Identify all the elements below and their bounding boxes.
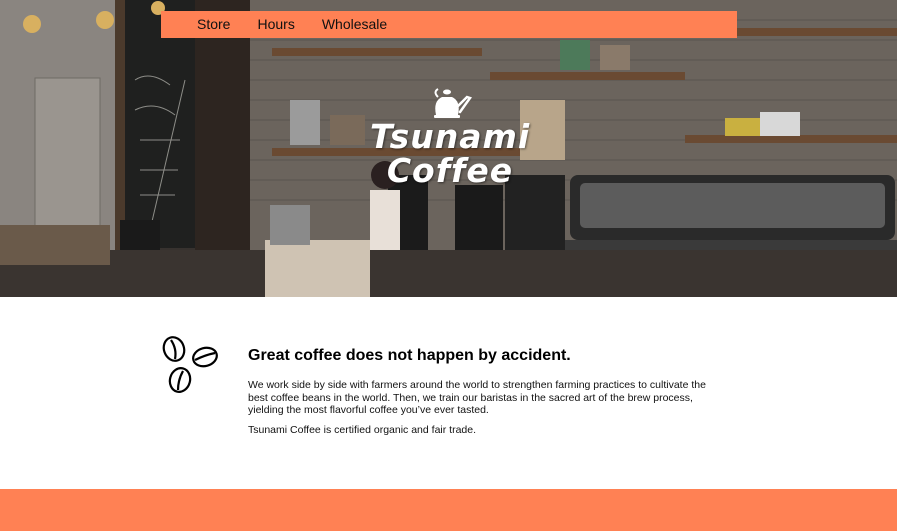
section-headline: Great coffee does not happen by accident… — [248, 347, 571, 364]
hero-banner: Store Hours Wholesale Tsunami Coffee — [0, 0, 897, 297]
coffee-beans-icon — [162, 336, 218, 393]
section-body: We work side by side with farmers around… — [248, 379, 726, 443]
body-paragraph-mission: We work side by side with farmers around… — [248, 379, 706, 416]
nav-link-store[interactable]: Store — [197, 11, 230, 38]
logo-text-line2: Coffee — [386, 151, 514, 190]
logo-text-line1: Tsunami — [370, 117, 531, 156]
top-navigation-bar: Store Hours Wholesale — [161, 11, 737, 38]
kettle-icon — [434, 88, 473, 118]
body-paragraph-certification: Tsunami Coffee is certified organic and … — [248, 423, 477, 436]
nav-link-wholesale[interactable]: Wholesale — [322, 11, 387, 38]
about-section: Great coffee does not happen by accident… — [0, 297, 897, 489]
footer-band — [0, 489, 897, 531]
nav-link-hours[interactable]: Hours — [257, 11, 294, 38]
brand-logo[interactable]: Tsunami Coffee — [370, 84, 530, 188]
